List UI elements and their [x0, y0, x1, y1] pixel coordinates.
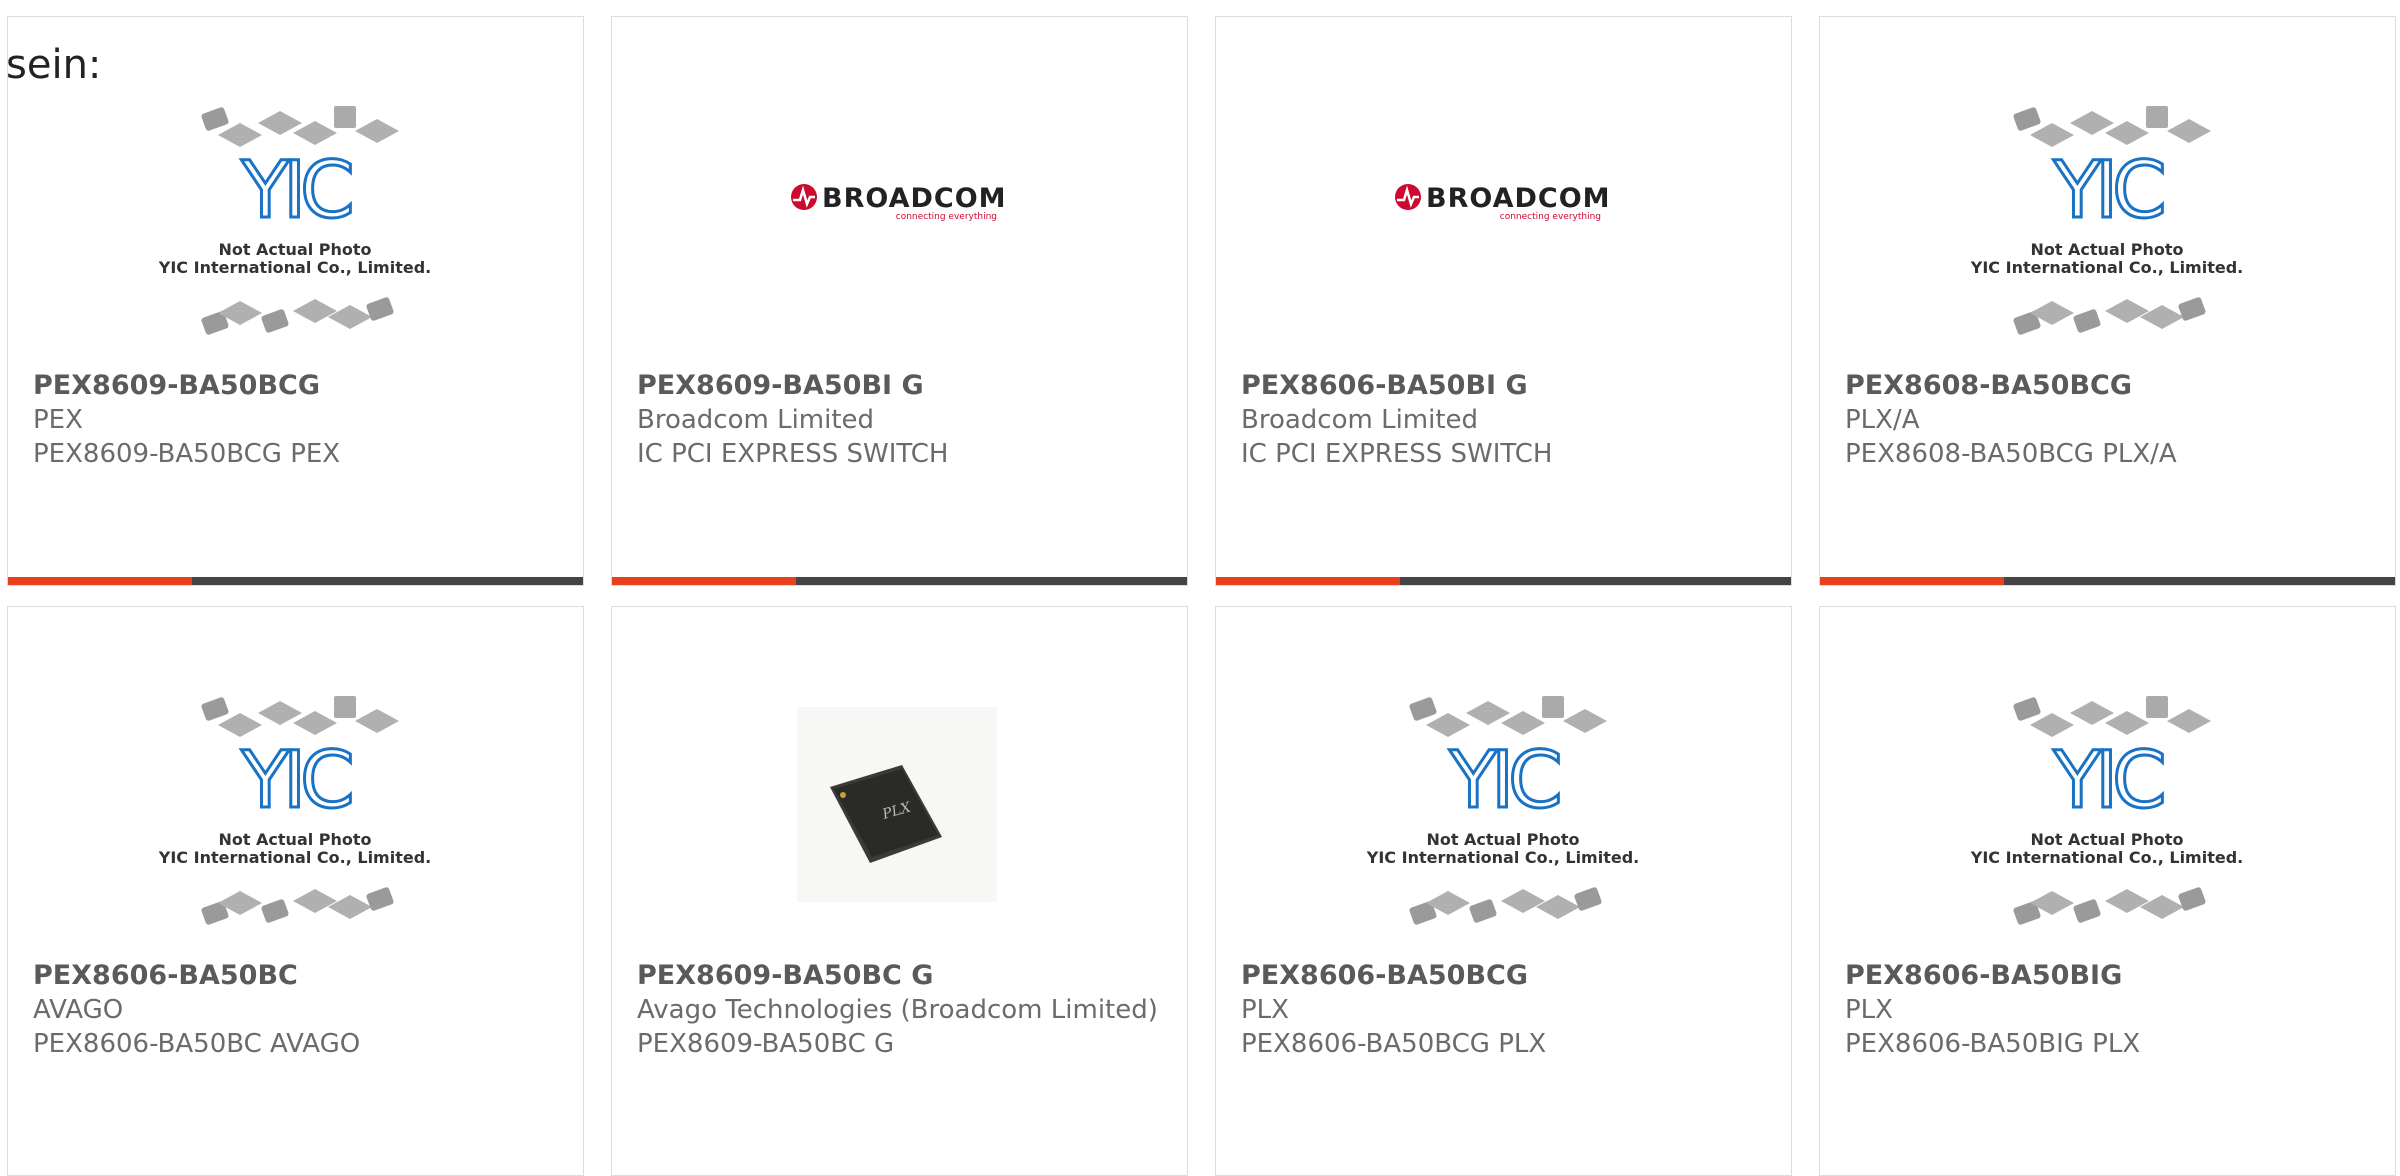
- chip-cluster-icon: [2013, 887, 2206, 925]
- placeholder-caption: Not Actual Photo: [2030, 240, 2183, 259]
- product-card[interactable]: YIC Not Actual Photo YIC International Co.…: [1819, 606, 2396, 1176]
- progress-bar: [8, 577, 583, 585]
- product-info: PEX8606-BA50BIG PLX PEX8606-BA50BIG PLX: [1845, 959, 2375, 1061]
- progress-bar: [1216, 577, 1791, 585]
- product-image[interactable]: PLX: [612, 687, 1187, 927]
- manufacturer: Broadcom Limited: [1241, 405, 1479, 435]
- description: PEX8608-BA50BCG PLX/A: [1845, 439, 2177, 469]
- manufacturer: Broadcom Limited: [637, 405, 875, 435]
- part-number[interactable]: PEX8608-BA50BCG: [1845, 369, 2375, 403]
- placeholder-company: YIC International Co., Limited.: [1366, 848, 1639, 867]
- chip-cluster-icon: [1409, 887, 1602, 925]
- chip-cluster-icon: [1409, 696, 1607, 737]
- placeholder-company: YIC International Co., Limited.: [1970, 848, 2243, 867]
- broadcom-wordmark: BROADCOM: [1426, 183, 1611, 214]
- broadcom-tagline: connecting everything: [1500, 212, 1601, 222]
- product-info: PEX8606-BA50BC AVAGO PEX8606-BA50BC AVAGO: [33, 959, 563, 1061]
- progress-fill: [1820, 577, 2004, 585]
- product-image[interactable]: YIC Not Actual Photo YIC International Co.…: [8, 687, 583, 927]
- description: IC PCI EXPRESS SWITCH: [1241, 439, 1553, 469]
- part-number[interactable]: PEX8609-BA50BI G: [637, 369, 1167, 403]
- chip-cluster-icon: [2013, 297, 2206, 335]
- product-image[interactable]: YIC Not Actual Photo YIC International Co.…: [1820, 687, 2395, 927]
- progress-fill: [612, 577, 796, 585]
- chip-cluster-icon: [201, 106, 399, 147]
- description: PEX8606-BA50BIG PLX: [1845, 1029, 2141, 1059]
- part-number[interactable]: PEX8606-BA50BC: [33, 959, 563, 993]
- part-number[interactable]: PEX8606-BA50BCG: [1241, 959, 1771, 993]
- placeholder-image: YIC Not Actual PhotoYIC International Co.…: [158, 696, 431, 925]
- manufacturer: AVAGO: [33, 995, 124, 1025]
- broadcom-tagline: connecting everything: [896, 212, 997, 222]
- progress-fill: [1216, 577, 1400, 585]
- manufacturer: PLX: [1845, 995, 1893, 1025]
- product-card[interactable]: YIC Not Actual Photo YIC International Co.…: [1819, 16, 2396, 586]
- product-card[interactable]: YIC Not Actual Photo YIC International Co.…: [1215, 606, 1792, 1176]
- description: PEX8609-BA50BC G: [637, 1029, 895, 1059]
- broadcom-wordmark: BROADCOM: [822, 183, 1007, 214]
- description: PEX8606-BA50BC AVAGO: [33, 1029, 361, 1059]
- chip-cluster-icon: [201, 297, 394, 335]
- product-card[interactable]: PLX PEX8609-BA50BC G Avago Technologies (B…: [611, 606, 1188, 1176]
- product-image[interactable]: BROADCOM connecting everything: [612, 97, 1187, 337]
- part-number[interactable]: PEX8606-BA50BI G: [1241, 369, 1771, 403]
- placeholder-company: YIC International Co., Limited.: [158, 848, 431, 867]
- placeholder-caption: Not Actual Photo: [218, 240, 371, 259]
- product-info: PEX8609-BA50BCG PEX PEX8609-BA50BCG PEX: [33, 369, 563, 471]
- broadcom-logo: BROADCOMconnecting everything: [791, 183, 1007, 222]
- product-image[interactable]: YIC Not Actual Photo YIC International Co.…: [8, 97, 583, 337]
- product-image[interactable]: YIC Not Actual Photo YIC International Co.…: [1216, 687, 1791, 927]
- intro-text: sein:: [6, 42, 102, 88]
- placeholder-image: YIC Not Actual PhotoYIC International Co.…: [1970, 696, 2243, 925]
- yic-logo: YIC: [2052, 146, 2163, 236]
- chip-cluster-icon: [201, 887, 394, 925]
- placeholder-image: YIC Not Actual PhotoYIC International Co.…: [1970, 106, 2243, 335]
- part-number[interactable]: PEX8606-BA50BIG: [1845, 959, 2375, 993]
- part-number[interactable]: PEX8609-BA50BCG: [33, 369, 563, 403]
- product-card[interactable]: BROADCOM connecting everything PEX8606-BA5…: [1215, 16, 1792, 586]
- manufacturer: Avago Technologies (Broadcom Limited): [637, 995, 1158, 1025]
- placeholder-company: YIC International Co., Limited.: [158, 258, 431, 277]
- yic-logo: YIC: [2052, 736, 2163, 826]
- product-info: PEX8608-BA50BCG PLX/A PEX8608-BA50BCG PLX/…: [1845, 369, 2375, 471]
- product-card[interactable]: YIC Not Actual Photo YIC International Co.…: [7, 16, 584, 586]
- product-info: PEX8609-BA50BC G Avago Technologies (Broa…: [637, 959, 1167, 1061]
- yic-logo: YIC: [240, 736, 351, 826]
- description: IC PCI EXPRESS SWITCH: [637, 439, 949, 469]
- product-image[interactable]: YIC Not Actual Photo YIC International Co.…: [1820, 97, 2395, 337]
- yic-logo: YIC: [240, 146, 351, 236]
- manufacturer: PLX: [1241, 995, 1289, 1025]
- description: PEX8606-BA50BCG PLX: [1241, 1029, 1547, 1059]
- product-info: PEX8609-BA50BI G Broadcom Limited IC PCI E…: [637, 369, 1167, 471]
- chip-cluster-icon: [201, 696, 399, 737]
- description: PEX8609-BA50BCG PEX: [33, 439, 341, 469]
- placeholder-caption: Not Actual Photo: [2030, 830, 2183, 849]
- product-info: PEX8606-BA50BI G Broadcom Limited IC PCI E…: [1241, 369, 1771, 471]
- progress-fill: [8, 577, 192, 585]
- broadcom-logo: BROADCOMconnecting everything: [1395, 183, 1611, 222]
- placeholder-image: YIC Not Actual PhotoYIC International Co.…: [158, 106, 431, 335]
- product-card[interactable]: YIC Not Actual Photo YIC International Co.…: [7, 606, 584, 1176]
- chip-photo: PLX: [797, 707, 997, 902]
- placeholder-caption: Not Actual Photo: [218, 830, 371, 849]
- product-card[interactable]: BROADCOM connecting everything PEX8609-BA5…: [611, 16, 1188, 586]
- product-image[interactable]: BROADCOM connecting everything: [1216, 97, 1791, 337]
- placeholder-image: YIC Not Actual PhotoYIC International Co.…: [1366, 696, 1639, 925]
- placeholder-caption: Not Actual Photo: [1426, 830, 1579, 849]
- placeholder-company: YIC International Co., Limited.: [1970, 258, 2243, 277]
- chip-cluster-icon: [2013, 106, 2211, 147]
- manufacturer: PLX/A: [1845, 405, 1920, 435]
- part-number[interactable]: PEX8609-BA50BC G: [637, 959, 1167, 993]
- chip-cluster-icon: [2013, 696, 2211, 737]
- product-info: PEX8606-BA50BCG PLX PEX8606-BA50BCG PLX: [1241, 959, 1771, 1061]
- yic-logo: YIC: [1448, 736, 1559, 826]
- progress-bar: [1820, 577, 2395, 585]
- progress-bar: [612, 577, 1187, 585]
- manufacturer: PEX: [33, 405, 83, 435]
